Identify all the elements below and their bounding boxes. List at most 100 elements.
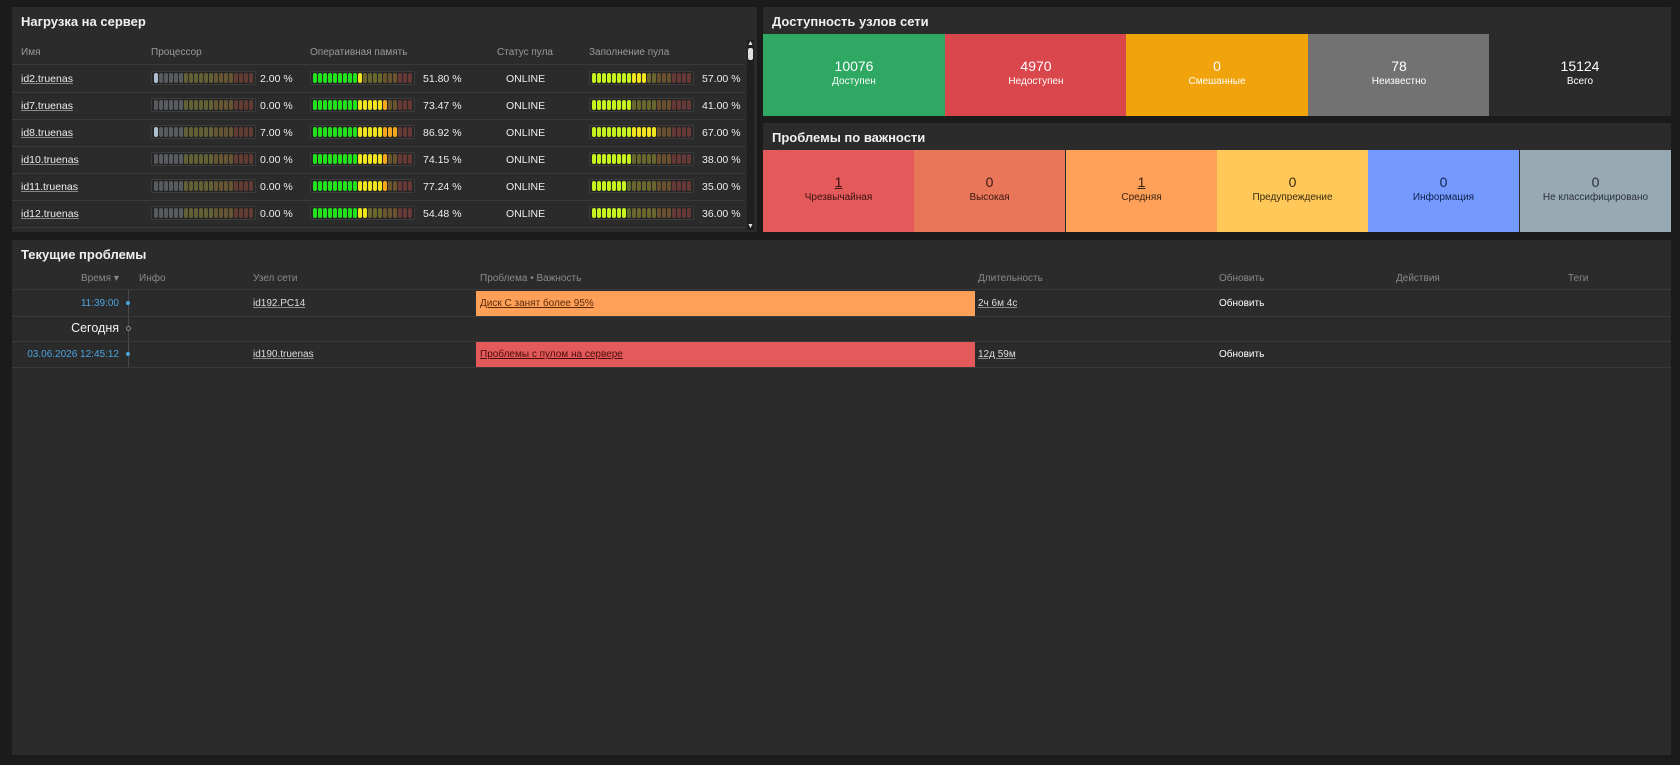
problem-host[interactable]: id190.truenas: [253, 349, 314, 360]
bar-segment: [632, 154, 636, 164]
pool-percent: 41.00 %: [702, 100, 741, 112]
bar-segment: [383, 181, 387, 191]
bar-segment: [662, 100, 666, 110]
bar-segment: [607, 100, 611, 110]
bar-segment: [373, 181, 377, 191]
server-name-link[interactable]: id12.truenas: [21, 208, 79, 220]
availability-cell: 15124 Всего: [1489, 34, 1671, 116]
bar-segment: [179, 154, 183, 164]
bar-segment: [174, 100, 178, 110]
problem-severity-cell[interactable]: Диск C занят более 95%: [476, 291, 975, 316]
scroll-thumb[interactable]: [748, 48, 753, 60]
bar-segment: [229, 127, 233, 137]
bar-segment: [174, 208, 178, 218]
bar-segment: [612, 73, 616, 83]
bar-segment: [667, 73, 671, 83]
problem-name[interactable]: Проблемы с пулом на сервере: [480, 349, 623, 360]
availability-count: 78: [1391, 58, 1407, 74]
cpu-bar: [151, 206, 256, 220]
bar-segment: [647, 100, 651, 110]
bar-segment: [318, 73, 322, 83]
bar-segment: [607, 154, 611, 164]
problem-severity-cell[interactable]: Проблемы с пулом на сервере: [476, 342, 975, 367]
bar-segment: [224, 181, 228, 191]
update-button[interactable]: Обновить: [1219, 349, 1264, 360]
bar-segment: [597, 208, 601, 218]
bar-segment: [174, 73, 178, 83]
bar-segment: [333, 208, 337, 218]
server-name-link[interactable]: id11.truenas: [21, 181, 78, 193]
severity-cell[interactable]: 1 Средняя: [1066, 150, 1217, 232]
server-name-link[interactable]: id2.truenas: [21, 73, 73, 85]
scrollbar[interactable]: ▲ ▼: [747, 40, 754, 230]
bar-segment: [199, 154, 203, 164]
bar-segment: [318, 208, 322, 218]
bar-segment: [627, 127, 631, 137]
bar-segment: [194, 73, 198, 83]
severity-count[interactable]: 1: [763, 174, 914, 190]
bar-segment: [229, 100, 233, 110]
bar-segment: [313, 127, 317, 137]
availability-cell: 0 Смешанные: [1126, 34, 1308, 116]
problem-time[interactable]: 11:39:00: [81, 298, 119, 309]
bar-segment: [239, 154, 243, 164]
pool-percent: 67.00 %: [702, 127, 741, 139]
bar-segment: [368, 100, 372, 110]
server-name-link[interactable]: id10.truenas: [21, 154, 79, 166]
bar-segment: [378, 73, 382, 83]
bar-segment: [642, 181, 646, 191]
problem-duration[interactable]: 2ч 6м 4с: [978, 298, 1017, 309]
bar-segment: [622, 154, 626, 164]
pool-fill-bar: [589, 98, 694, 112]
problem-time[interactable]: 03.06.2026 12:45:12: [27, 349, 119, 360]
bar-segment: [602, 73, 606, 83]
bar-segment: [219, 73, 223, 83]
bar-segment: [313, 181, 317, 191]
bar-segment: [612, 100, 616, 110]
col-problem[interactable]: Проблема • Важность: [480, 273, 581, 284]
bar-segment: [159, 127, 163, 137]
scroll-up-icon[interactable]: ▲: [747, 40, 754, 47]
severity-cell[interactable]: 1 Чрезвычайная: [763, 150, 914, 232]
ram-bar: [310, 152, 415, 166]
bar-segment: [398, 208, 402, 218]
bar-segment: [154, 208, 158, 218]
bar-segment: [592, 181, 596, 191]
bar-segment: [592, 208, 596, 218]
bar-segment: [662, 208, 666, 218]
ram-percent: 74.15 %: [423, 154, 462, 166]
bar-segment: [617, 208, 621, 218]
col-time[interactable]: Время ▾: [81, 273, 119, 284]
availability-label: Неизвестно: [1371, 76, 1427, 87]
bar-segment: [637, 100, 641, 110]
bar-segment: [154, 100, 158, 110]
bar-segment: [249, 100, 253, 110]
scroll-down-icon[interactable]: ▼: [747, 223, 754, 230]
update-button[interactable]: Обновить: [1219, 298, 1264, 309]
pool-fill-bar: [589, 179, 694, 193]
bar-segment: [602, 181, 606, 191]
problems-by-severity-widget: Проблемы по важности 1 Чрезвычайная 0 Высок…: [763, 123, 1671, 232]
problem-host[interactable]: id192.PC14: [253, 298, 305, 309]
problem-name[interactable]: Диск C занят более 95%: [480, 298, 594, 309]
bar-segment: [408, 181, 412, 191]
col-host[interactable]: Узел сети: [253, 273, 298, 284]
bar-segment: [403, 127, 407, 137]
severity-count[interactable]: 1: [1066, 174, 1217, 190]
bar-segment: [338, 181, 342, 191]
bar-segment: [677, 100, 681, 110]
bar-segment: [323, 100, 327, 110]
bar-segment: [672, 154, 676, 164]
bar-segment: [612, 127, 616, 137]
bar-segment: [234, 73, 238, 83]
bar-segment: [597, 181, 601, 191]
pool-fill-bar: [589, 125, 694, 139]
bar-segment: [154, 154, 158, 164]
problem-duration[interactable]: 12д 59м: [978, 349, 1016, 360]
bar-segment: [368, 127, 372, 137]
server-name-link[interactable]: id8.truenas: [21, 127, 73, 139]
server-name-link[interactable]: id7.truenas: [21, 100, 73, 112]
bar-segment: [637, 154, 641, 164]
bar-segment: [388, 181, 392, 191]
bar-segment: [159, 208, 163, 218]
